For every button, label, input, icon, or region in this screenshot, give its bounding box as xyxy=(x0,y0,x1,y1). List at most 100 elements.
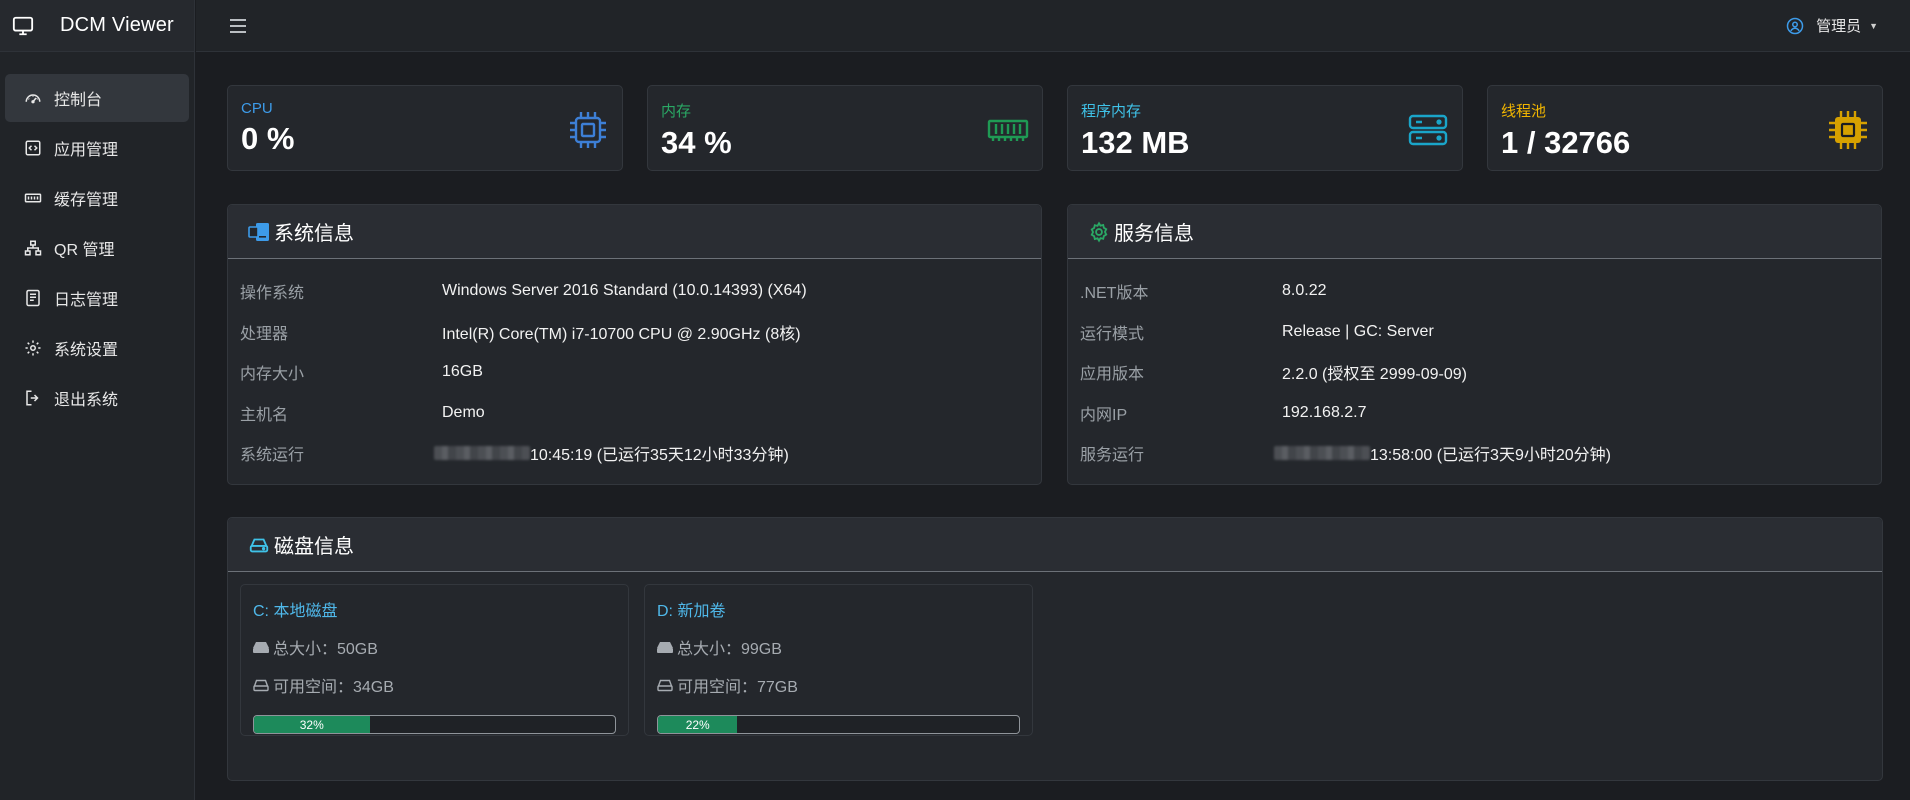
info-row: 内网IP 192.168.2.7 xyxy=(1080,393,1881,434)
stat-value: 0 % xyxy=(241,121,295,156)
stat-card-cpu: CPU 0 % xyxy=(227,85,623,171)
disk-name: C: 本地磁盘 xyxy=(253,603,338,620)
sidebar-item-qr[interactable]: QR 管理 xyxy=(5,224,189,272)
stat-value: 1 / 32766 xyxy=(1501,125,1631,160)
sidebar-item-label: 系统设置 xyxy=(54,342,119,359)
info-value: 16GB xyxy=(442,363,483,381)
stat-cards: CPU 0 % 内存 34 % 程序内存 132 MB 线程池 1 / 3276… xyxy=(227,85,1883,171)
memory-icon xyxy=(987,119,1029,141)
info-row: 主机名 Demo xyxy=(240,393,1041,434)
info-row: 运行模式 Release | GC: Server xyxy=(1080,312,1881,353)
server-icon xyxy=(1408,114,1448,146)
progress-fill: 22% xyxy=(658,716,738,733)
sidebar-item-settings[interactable]: 系统设置 xyxy=(5,324,189,372)
topbar: 管理员 ▼ xyxy=(196,0,1910,52)
info-value: 192.168.2.7 xyxy=(1282,403,1367,421)
stat-value: 34 % xyxy=(661,125,732,160)
info-row: 应用版本 2.2.0 (授权至 2999-09-09) xyxy=(1080,352,1881,393)
stat-card-threadpool: 线程池 1 / 32766 xyxy=(1487,85,1883,171)
info-value: Release | GC: Server xyxy=(1282,322,1434,340)
info-value-wrap: 13:58:00 (已运行3天9小时20分钟) xyxy=(1274,441,1611,465)
info-key: 系统运行 xyxy=(240,447,305,465)
logout-icon xyxy=(26,390,39,406)
brand[interactable]: DCM Viewer xyxy=(0,0,194,52)
sitemap-icon xyxy=(24,240,42,256)
stat-label: 内存 xyxy=(661,103,692,120)
info-row: 服务运行 13:58:00 (已运行3天9小时20分钟) xyxy=(1080,433,1881,474)
disk-list: C: 本地磁盘 总大小：50GB 可用空间：34GB 32% D: 新加卷 总大… xyxy=(228,572,1882,736)
stat-label: 程序内存 xyxy=(1081,103,1142,120)
panel-header: 磁盘信息 xyxy=(228,518,1882,572)
sidebar-item-label: QR 管理 xyxy=(54,242,115,259)
info-row: 内存大小 16GB xyxy=(240,352,1041,393)
info-value: 8.0.22 xyxy=(1282,282,1327,300)
user-name: 管理员 xyxy=(1816,18,1862,35)
disk-card: C: 本地磁盘 总大小：50GB 可用空间：34GB 32% xyxy=(240,584,629,736)
info-value-wrap: 10:45:19 (已运行35天12小时33分钟) xyxy=(434,441,789,465)
code-icon xyxy=(25,140,41,156)
stat-card-memory: 内存 34 % xyxy=(647,85,1043,171)
gauge-icon xyxy=(25,94,41,104)
gear-icon xyxy=(1090,220,1108,243)
info-row: 处理器 Intel(R) Core(TM) i7-10700 CPU @ 2.90… xyxy=(240,312,1041,353)
disk-free-row: 可用空间：77GB xyxy=(657,673,1020,697)
info-row: 操作系统 Windows Server 2016 Standard (10.0.1… xyxy=(240,271,1041,312)
memory-icon xyxy=(24,193,42,203)
progress-fill: 32% xyxy=(254,716,370,733)
sidebar-item-dashboard[interactable]: 控制台 xyxy=(5,74,189,122)
info-panels: 系统信息 操作系统 Windows Server 2016 Standard (1… xyxy=(227,204,1883,485)
hard-drive-filled-icon xyxy=(253,642,269,653)
disk-card: D: 新加卷 总大小：99GB 可用空间：77GB 22% xyxy=(644,584,1033,736)
service-info-panel: 服务信息 .NET版本 8.0.22 运行模式 Release | GC: Serv… xyxy=(1067,204,1882,485)
cpu-icon xyxy=(570,112,606,148)
hard-drive-icon xyxy=(253,679,269,692)
monitor-icon xyxy=(12,16,34,35)
sidebar-nav: 控制台 应用管理 缓存管理 QR 管理 日志管理 系统设置 退出系统 xyxy=(0,52,194,422)
sidebar-item-logout[interactable]: 退出系统 xyxy=(5,374,189,422)
chip-icon xyxy=(1829,111,1867,149)
log-icon xyxy=(26,289,40,307)
system-info-panel: 系统信息 操作系统 Windows Server 2016 Standard (1… xyxy=(227,204,1042,485)
sidebar-item-label: 缓存管理 xyxy=(54,192,119,209)
sidebar-item-label: 控制台 xyxy=(54,92,103,109)
disk-total: 总大小：50GB xyxy=(273,641,378,658)
sidebar-item-apps[interactable]: 应用管理 xyxy=(5,124,189,172)
sidebar-item-label: 日志管理 xyxy=(54,292,119,309)
devices-icon xyxy=(248,222,269,241)
user-menu[interactable]: 管理员 ▼ xyxy=(1786,15,1878,36)
info-row: .NET版本 8.0.22 xyxy=(1080,271,1881,312)
sidebar-item-logs[interactable]: 日志管理 xyxy=(5,274,189,322)
stat-value: 132 MB xyxy=(1081,125,1190,160)
stat-card-app-memory: 程序内存 132 MB xyxy=(1067,85,1463,171)
menu-icon[interactable] xyxy=(228,17,248,35)
sidebar: DCM Viewer 控制台 应用管理 缓存管理 QR 管理 日志管理 系统设置 xyxy=(0,0,195,800)
info-key: 运行模式 xyxy=(1080,325,1145,343)
panel-title: 服务信息 xyxy=(1114,223,1194,245)
info-value: 13:58:00 (已运行3天9小时20分钟) xyxy=(1370,447,1611,465)
disk-free-row: 可用空间：34GB xyxy=(253,673,616,697)
disk-usage-progress: 22% xyxy=(657,715,1020,734)
system-info-list: 操作系统 Windows Server 2016 Standard (10.0.1… xyxy=(228,259,1041,474)
panel-title: 磁盘信息 xyxy=(274,536,354,558)
info-value: Intel(R) Core(TM) i7-10700 CPU @ 2.90GHz… xyxy=(442,325,801,343)
panel-header: 服务信息 xyxy=(1068,205,1881,259)
panel-title: 系统信息 xyxy=(274,223,354,245)
info-key: .NET版本 xyxy=(1080,285,1149,303)
service-info-list: .NET版本 8.0.22 运行模式 Release | GC: Server 应用… xyxy=(1068,259,1881,474)
sidebar-item-label: 应用管理 xyxy=(54,142,119,159)
info-value: Windows Server 2016 Standard (10.0.14393… xyxy=(442,282,807,300)
panel-header: 系统信息 xyxy=(228,205,1041,259)
stat-label: 线程池 xyxy=(1501,103,1547,120)
disk-free: 可用空间：34GB xyxy=(273,679,394,696)
hard-drive-filled-icon xyxy=(657,642,673,653)
disk-free: 可用空间：77GB xyxy=(677,679,798,696)
info-key: 应用版本 xyxy=(1080,366,1145,384)
disk-info-panel: 磁盘信息 C: 本地磁盘 总大小：50GB 可用空间：34GB 32% D: 新… xyxy=(227,517,1883,781)
redacted-date xyxy=(434,446,530,461)
sidebar-item-cache[interactable]: 缓存管理 xyxy=(5,174,189,222)
disk-total: 总大小：99GB xyxy=(677,641,782,658)
info-key: 处理器 xyxy=(240,325,289,343)
info-value: 10:45:19 (已运行35天12小时33分钟) xyxy=(530,447,789,465)
stat-label: CPU xyxy=(241,100,273,117)
disk-total-row: 总大小：50GB xyxy=(253,635,616,659)
